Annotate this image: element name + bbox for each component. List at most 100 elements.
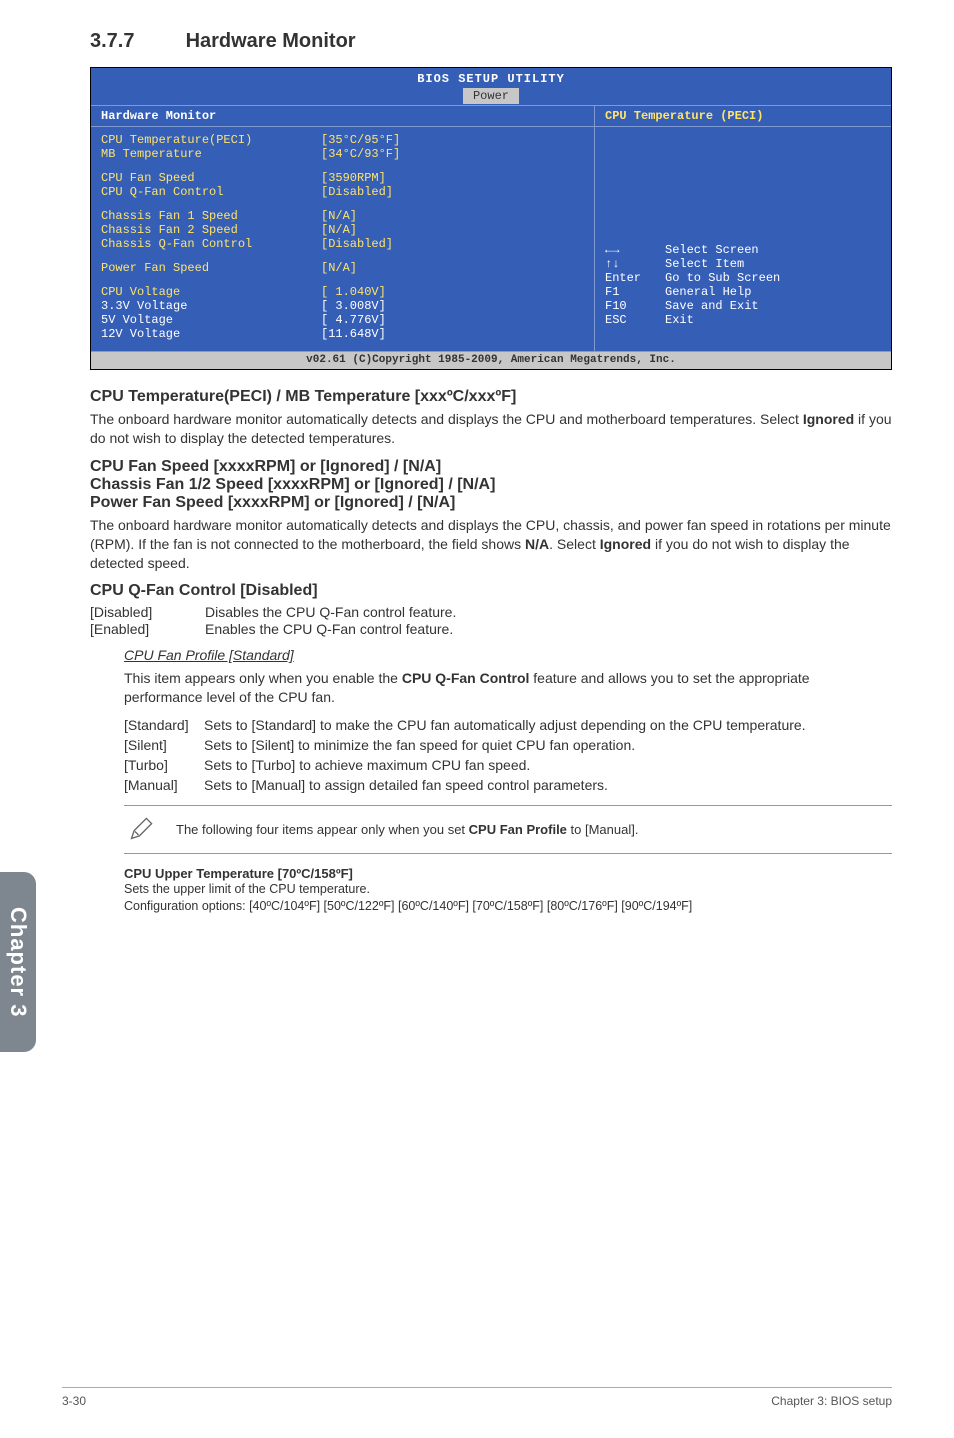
paragraph-cpu-temperature: The onboard hardware monitor automatical… [90,410,892,448]
option-row: [Silent]Sets to [Silent] to minimize the… [124,737,892,753]
bios-panel-right-header: CPU Temperature (PECI) [595,106,891,127]
bios-setting-value: [Disabled] [321,237,393,251]
bios-help-key: Enter [605,271,665,285]
option-key: [Silent] [124,737,204,753]
option-key: [Enabled] [90,621,205,637]
bios-setting-value: [N/A] [321,261,357,275]
bios-help-desc: Go to Sub Screen [665,271,780,285]
option-desc: Sets to [Manual] to assign detailed fan … [204,777,892,793]
heading-cpu-fan-speed: CPU Fan Speed [xxxxRPM] or [Ignored] / [… [90,458,892,476]
bios-help-keys: ←→Select Screen↑↓Select ItemEnterGo to S… [595,237,891,333]
option-key: [Manual] [124,777,204,793]
option-key: [Turbo] [124,757,204,773]
section-heading: 3.7.7 Hardware Monitor [90,30,892,53]
heading-cpu-qfan-control: CPU Q-Fan Control [Disabled] [90,582,892,600]
bios-setting-label: Chassis Q-Fan Control [101,237,321,251]
bios-help-key: ↑↓ [605,257,665,271]
bios-footer: v02.61 (C)Copyright 1985-2009, American … [91,352,891,369]
bios-setting-label: Power Fan Speed [101,261,321,275]
bios-setting-row[interactable]: CPU Q-Fan Control[Disabled] [101,185,584,199]
paragraph-upper-temp-2: Configuration options: [40ºC/104ºF] [50º… [124,898,892,915]
bios-setting-row[interactable]: CPU Fan Speed[3590RPM] [101,171,584,185]
bios-setting-row[interactable]: 12V Voltage[11.648V] [101,327,584,341]
chapter-sidebar-tab: Chapter 3 [0,872,36,1052]
bios-setting-label: CPU Voltage [101,285,321,299]
bios-setting-row[interactable]: Chassis Fan 2 Speed[N/A] [101,223,584,237]
bios-setting-value: [N/A] [321,209,357,223]
bios-setting-label: CPU Q-Fan Control [101,185,321,199]
option-key: [Disabled] [90,604,205,620]
option-desc: Sets to [Silent] to minimize the fan spe… [204,737,892,753]
option-desc: Enables the CPU Q-Fan control feature. [205,621,453,637]
option-desc: Disables the CPU Q-Fan control feature. [205,604,456,620]
heading-power-fan-speed: Power Fan Speed [xxxxRPM] or [Ignored] /… [90,494,892,512]
bios-help-key: F1 [605,285,665,299]
bios-setting-row[interactable]: Chassis Fan 1 Speed[N/A] [101,209,584,223]
bios-setting-label: CPU Temperature(PECI) [101,133,321,147]
option-row: [Manual]Sets to [Manual] to assign detai… [124,777,892,793]
bios-setting-row[interactable]: Chassis Q-Fan Control[Disabled] [101,237,584,251]
bios-panel-left-header: Hardware Monitor [91,106,594,127]
subheading-cpu-fan-profile: CPU Fan Profile [Standard] [124,647,892,663]
chapter-sidebar-label: Chapter 3 [5,907,31,1017]
bios-setting-row[interactable]: CPU Voltage[ 1.040V] [101,285,584,299]
paragraph-upper-temp-1: Sets the upper limit of the CPU temperat… [124,881,892,898]
option-desc: Sets to [Turbo] to achieve maximum CPU f… [204,757,892,773]
bios-setting-label: 3.3V Voltage [101,299,321,313]
bios-setting-value: [Disabled] [321,185,393,199]
bios-setting-label: 12V Voltage [101,327,321,341]
bios-panel: BIOS SETUP UTILITY Power Hardware Monito… [90,67,892,370]
bios-active-tab: Power [91,89,891,103]
bios-setting-value: [3590RPM] [321,171,386,185]
footer-page-number: 3-30 [62,1394,86,1408]
qfan-option-list: [Disabled]Disables the CPU Q-Fan control… [90,604,892,637]
option-row: [Standard]Sets to [Standard] to make the… [124,717,892,733]
bios-setting-label: CPU Fan Speed [101,171,321,185]
paragraph-fan-speed: The onboard hardware monitor automatical… [90,516,892,573]
section-title-text: Hardware Monitor [186,30,356,52]
heading-chassis-fan-speed: Chassis Fan 1/2 Speed [xxxxRPM] or [Igno… [90,476,892,494]
bios-help-desc: Exit [665,313,694,327]
bios-title: BIOS SETUP UTILITY [91,68,891,89]
option-row: [Disabled]Disables the CPU Q-Fan control… [90,604,892,620]
pencil-icon [128,814,156,845]
bios-help-row: F10Save and Exit [605,299,881,313]
bios-setting-label: MB Temperature [101,147,321,161]
heading-cpu-temperature: CPU Temperature(PECI) / MB Temperature [… [90,388,892,406]
bios-setting-row[interactable]: MB Temperature[34°C/93°F] [101,147,584,161]
bios-setting-label: 5V Voltage [101,313,321,327]
option-row: [Turbo]Sets to [Turbo] to achieve maximu… [124,757,892,773]
page-footer: 3-30 Chapter 3: BIOS setup [62,1387,892,1408]
bios-help-key: ESC [605,313,665,327]
bios-setting-value: [ 4.776V] [321,313,386,327]
bios-help-desc: General Help [665,285,751,299]
bios-help-row: ESCExit [605,313,881,327]
bios-setting-row[interactable]: 5V Voltage[ 4.776V] [101,313,584,327]
bios-setting-label: Chassis Fan 1 Speed [101,209,321,223]
bios-help-desc: Select Screen [665,243,759,257]
bios-help-key: F10 [605,299,665,313]
paragraph-cpu-fan-profile: This item appears only when you enable t… [124,669,892,707]
option-row: [Enabled]Enables the CPU Q-Fan control f… [90,621,892,637]
bios-help-row: EnterGo to Sub Screen [605,271,881,285]
bios-setting-row[interactable]: 3.3V Voltage[ 3.008V] [101,299,584,313]
bios-settings-list: CPU Temperature(PECI)[35°C/95°F]MB Tempe… [91,127,594,351]
bios-setting-value: [ 1.040V] [321,285,386,299]
option-key: [Standard] [124,717,204,733]
section-number: 3.7.7 [90,30,180,53]
option-desc: Sets to [Standard] to make the CPU fan a… [204,717,892,733]
bios-setting-row[interactable]: CPU Temperature(PECI)[35°C/95°F] [101,133,584,147]
bios-help-key: ←→ [605,243,665,257]
note-text: The following four items appear only whe… [176,822,638,837]
bios-help-desc: Select Item [665,257,744,271]
bios-setting-row[interactable]: Power Fan Speed[N/A] [101,261,584,275]
bios-setting-value: [34°C/93°F] [321,147,400,161]
subheading-cpu-upper-temperature: CPU Upper Temperature [70ºC/158ºF] [124,866,892,881]
bios-setting-value: [11.648V] [321,327,386,341]
profile-option-list: [Standard]Sets to [Standard] to make the… [124,717,892,793]
footer-chapter-title: Chapter 3: BIOS setup [771,1394,892,1408]
bios-help-row: ←→Select Screen [605,243,881,257]
bios-help-row: ↑↓Select Item [605,257,881,271]
bios-setting-value: [N/A] [321,223,357,237]
bios-setting-value: [35°C/95°F] [321,133,400,147]
